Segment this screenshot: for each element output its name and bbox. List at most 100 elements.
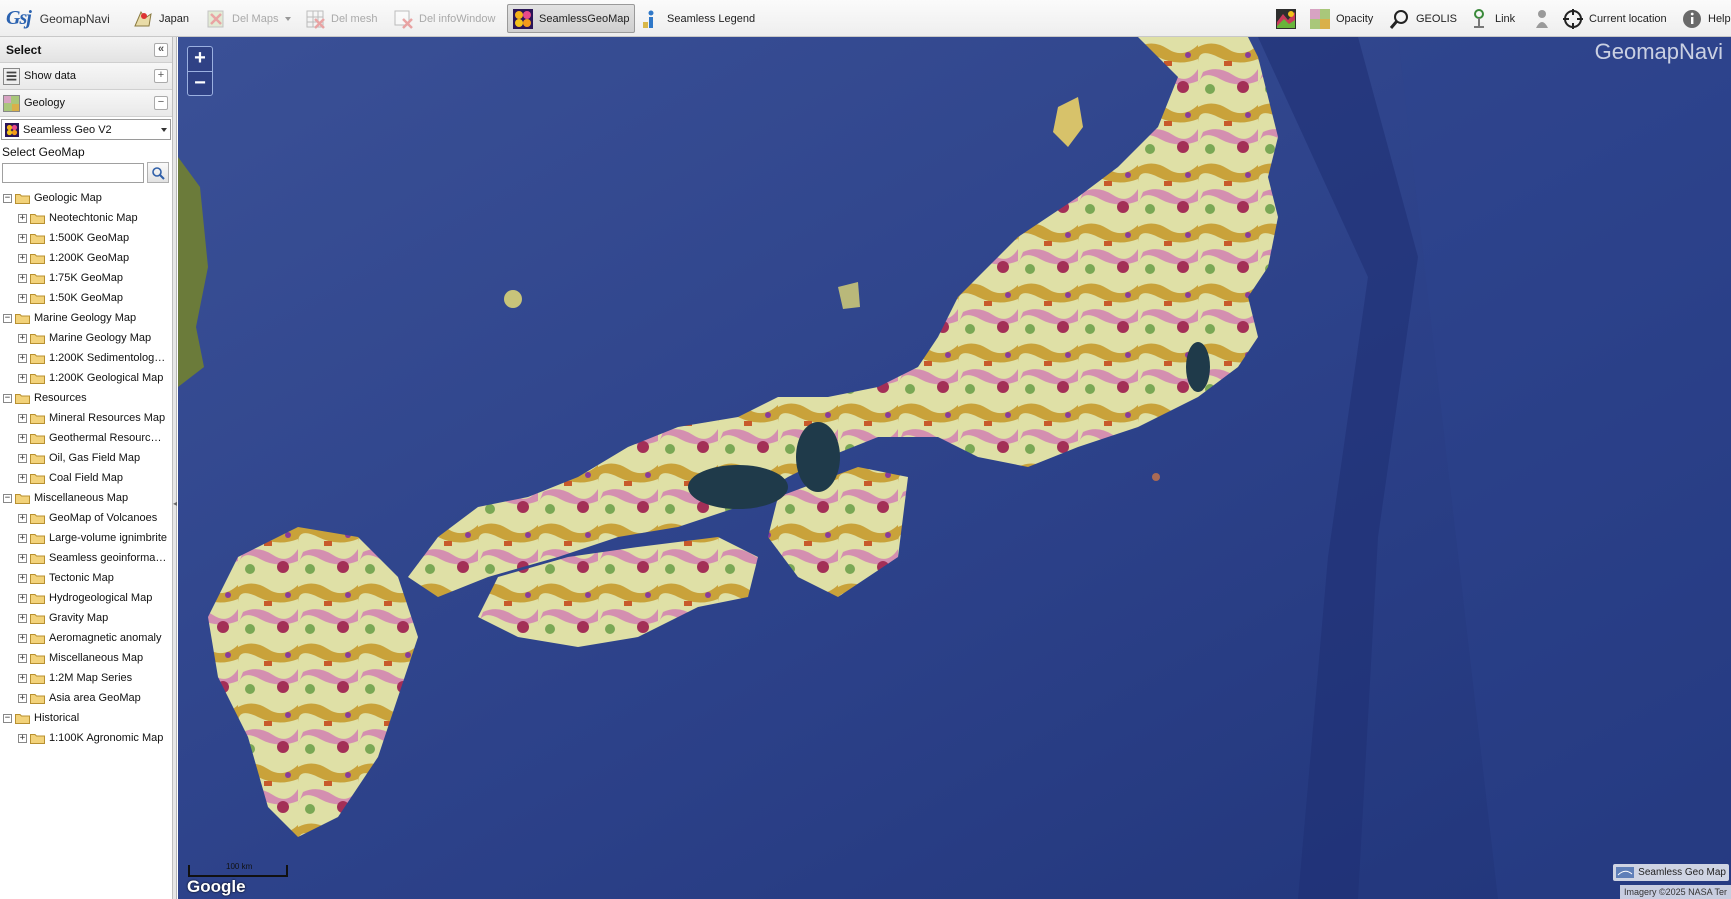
tree-item[interactable]: + Neotechtonic Map [0, 208, 172, 228]
expand-toggle-icon[interactable]: + [18, 293, 27, 303]
tree-item[interactable]: + Seamless geoinformation [0, 548, 172, 568]
del-maps-button[interactable]: Del Maps [201, 4, 295, 33]
tree-label: Miscellaneous Map [49, 652, 144, 664]
tree-item[interactable]: +1:200K Geological Map [0, 368, 172, 388]
geomap-search-button[interactable] [147, 162, 169, 183]
expand-toggle-icon[interactable]: + [18, 433, 27, 443]
collapse-toggle-icon[interactable]: − [3, 313, 12, 323]
delete-maps-icon [207, 10, 224, 27]
link-button[interactable]: Link [1464, 4, 1519, 33]
show-data-panel[interactable]: Show data + [0, 63, 172, 90]
collapse-toggle-icon[interactable]: − [3, 393, 12, 403]
collapse-sidebar-button[interactable]: « [154, 42, 168, 57]
expand-show-data-button[interactable]: + [154, 69, 168, 83]
tree-item[interactable]: + Large-volume ignimbrite [0, 528, 172, 548]
help-button[interactable]: Help [1677, 4, 1731, 33]
expand-toggle-icon[interactable]: + [18, 673, 27, 683]
expand-toggle-icon[interactable]: + [18, 573, 27, 583]
tree-item[interactable]: +1:200K Sedimentological Map [0, 348, 172, 368]
collapse-toggle-icon[interactable]: − [3, 713, 12, 723]
tree-item[interactable]: +1:100K Agronomic Map [0, 728, 172, 748]
tree-label: Resources [34, 392, 87, 404]
expand-toggle-icon[interactable]: + [18, 333, 27, 343]
geomap-search-input[interactable] [2, 162, 144, 183]
expand-toggle-icon[interactable]: + [18, 593, 27, 603]
tree-item[interactable]: +1:75K GeoMap [0, 268, 172, 288]
expand-toggle-icon[interactable]: + [18, 533, 27, 543]
crosshair-icon [1563, 8, 1583, 29]
expand-toggle-icon[interactable]: + [18, 233, 27, 243]
seamless-geomap-badge[interactable]: Seamless Geo Map [1613, 864, 1729, 881]
tree-item[interactable]: +1:500K GeoMap [0, 228, 172, 248]
info-icon [643, 10, 654, 28]
tree-category[interactable]: − Marine Geology Map [0, 308, 172, 328]
tree-item[interactable]: + Aeromagnetic anomaly [0, 628, 172, 648]
zoom-out-button[interactable]: − [188, 71, 212, 95]
expand-toggle-icon[interactable]: + [18, 633, 27, 643]
chevron-down-icon[interactable] [285, 16, 292, 21]
tree-category[interactable]: − Geologic Map [0, 188, 172, 208]
map-pin-icon [134, 10, 152, 26]
expand-toggle-icon[interactable]: + [18, 273, 27, 283]
tree-item[interactable]: + Geothermal Resources Map [0, 428, 172, 448]
expand-toggle-icon[interactable]: + [18, 373, 27, 383]
folder-icon [30, 293, 45, 304]
expand-toggle-icon[interactable]: + [18, 453, 27, 463]
expand-toggle-icon[interactable]: + [18, 733, 27, 743]
expand-toggle-icon[interactable]: + [18, 513, 27, 523]
seamless-legend-button[interactable]: Seamless Legend [636, 4, 759, 33]
expand-toggle-icon[interactable]: + [18, 413, 27, 423]
del-infowindow-button[interactable]: Del infoWindow [388, 4, 499, 33]
folder-icon [30, 273, 45, 284]
tree-item[interactable]: + Oil, Gas Field Map [0, 448, 172, 468]
map-canvas[interactable]: + − GeomapNavi 100 km Google Seamless Ge… [178, 37, 1731, 899]
zoom-in-button[interactable]: + [188, 47, 212, 71]
person-icon [1536, 9, 1548, 28]
app-logo[interactable]: Gsj GeomapNavi [2, 4, 114, 33]
expand-toggle-icon[interactable]: + [18, 653, 27, 663]
expand-toggle-icon[interactable]: + [18, 613, 27, 623]
folder-icon [30, 373, 45, 384]
tree-item[interactable]: +1:2M Map Series [0, 668, 172, 688]
collapse-geology-button[interactable]: − [154, 96, 168, 110]
geology-icon [3, 94, 20, 112]
folder-icon [30, 633, 45, 644]
seamless-legend-label: Seamless Legend [667, 12, 756, 25]
tree-category[interactable]: − Historical [0, 708, 172, 728]
tree-item[interactable]: +1:50K GeoMap [0, 288, 172, 308]
tree-item[interactable]: + Tectonic Map [0, 568, 172, 588]
current-location-button[interactable]: Current location [1558, 4, 1671, 33]
del-mesh-button[interactable]: Del mesh [300, 4, 381, 33]
opacity-button[interactable]: Opacity [1305, 4, 1377, 33]
opacity-icon [1310, 8, 1330, 29]
tree-item[interactable]: + Coal Field Map [0, 468, 172, 488]
geology-panel[interactable]: Geology − [0, 90, 172, 117]
collapse-toggle-icon[interactable]: − [3, 493, 12, 503]
tree-item[interactable]: + Mineral Resources Map [0, 408, 172, 428]
person-button[interactable] [1527, 4, 1557, 33]
expand-toggle-icon[interactable]: + [18, 253, 27, 263]
expand-toggle-icon[interactable]: + [18, 553, 27, 563]
seamless-geomap-button[interactable]: SeamlessGeoMap [507, 4, 635, 33]
collapse-toggle-icon[interactable]: − [3, 193, 12, 203]
tree-label: 1:200K Geological Map [49, 372, 164, 384]
sidebar-splitter[interactable]: ◂ [173, 37, 177, 899]
expand-toggle-icon[interactable]: + [18, 213, 27, 223]
japan-button[interactable]: Japan [128, 4, 193, 33]
tree-item[interactable]: + Miscellaneous Map [0, 648, 172, 668]
expand-toggle-icon[interactable]: + [18, 353, 27, 363]
map-attribution: Imagery ©2025 NASA Ter [1619, 885, 1731, 899]
expand-toggle-icon[interactable]: + [18, 473, 27, 483]
tree-item[interactable]: + Gravity Map [0, 608, 172, 628]
tree-category[interactable]: − Resources [0, 388, 172, 408]
geolis-button[interactable]: GEOLIS [1385, 4, 1461, 33]
tree-item[interactable]: + Marine Geology Map [0, 328, 172, 348]
layer-select[interactable]: Seamless Geo V2 [1, 119, 171, 140]
tree-item[interactable]: +1:200K GeoMap [0, 248, 172, 268]
expand-toggle-icon[interactable]: + [18, 693, 27, 703]
tree-item[interactable]: + Hydrogeological Map [0, 588, 172, 608]
tree-category[interactable]: − Miscellaneous Map [0, 488, 172, 508]
geology-layer-button[interactable] [1271, 4, 1301, 33]
tree-item[interactable]: + GeoMap of Volcanoes [0, 508, 172, 528]
tree-item[interactable]: + Asia area GeoMap [0, 688, 172, 708]
